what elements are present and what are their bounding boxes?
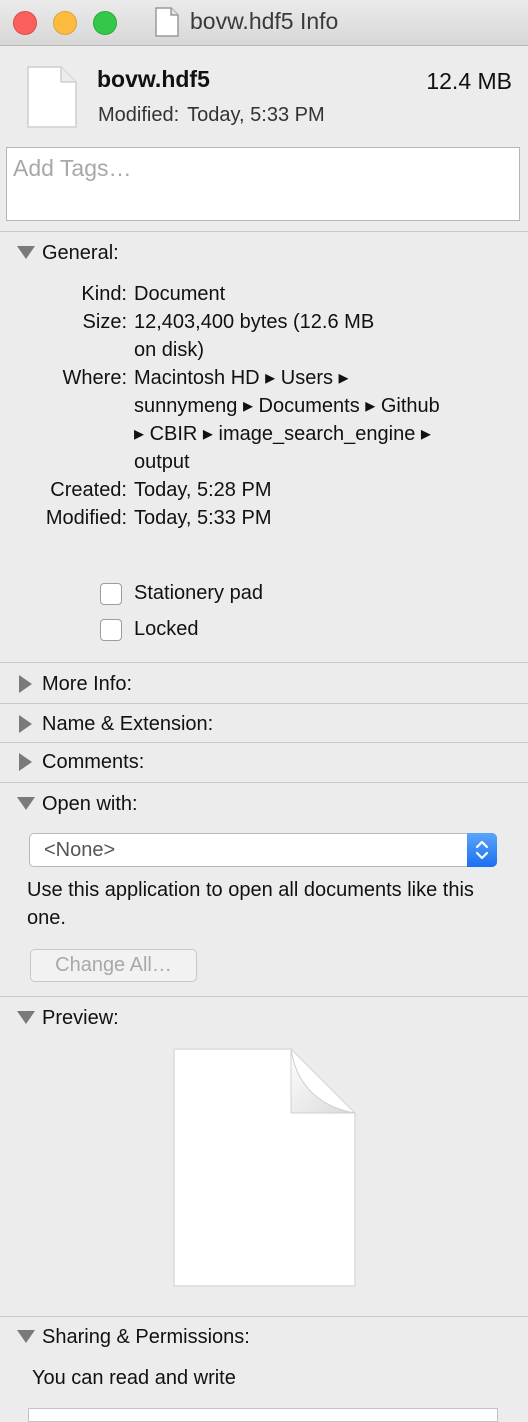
size-value-line2: on disk) — [134, 339, 205, 361]
modified-label: Modified: — [45, 507, 127, 529]
section-comments-header[interactable]: Comments: — [0, 746, 528, 780]
minimize-button[interactable] — [53, 11, 77, 35]
document-icon — [155, 7, 179, 37]
divider — [0, 231, 528, 232]
tags-input[interactable]: Add Tags… — [6, 147, 520, 221]
locked-label[interactable]: Locked — [134, 618, 199, 641]
disclosure-triangle-down-icon — [17, 246, 35, 259]
tags-placeholder: Add Tags… — [13, 155, 132, 181]
disclosure-triangle-down-icon — [17, 1011, 35, 1024]
permissions-table[interactable] — [28, 1408, 498, 1422]
open-with-selected-value: <None> — [44, 839, 116, 861]
disclosure-triangle-down-icon — [17, 1330, 35, 1343]
size-value-line1: 12,403,400 bytes (12.6 MB — [134, 311, 375, 333]
open-with-select[interactable]: <None> — [29, 833, 497, 867]
section-more-info-header[interactable]: More Info: — [0, 668, 528, 702]
close-button[interactable] — [13, 11, 37, 35]
change-all-button[interactable]: Change All… — [30, 949, 197, 982]
section-preview-header[interactable]: Preview: — [0, 1002, 528, 1036]
file-icon — [27, 66, 77, 128]
header-modified-label: Modified: — [98, 104, 180, 126]
header-modified-value: Today, 5:33 PM — [187, 104, 325, 126]
kind-label: Kind: — [81, 283, 127, 305]
where-line2: sunnymeng ▸ Documents ▸ Github — [134, 395, 440, 417]
locked-checkbox[interactable] — [100, 619, 122, 641]
chevron-up-down-icon — [475, 840, 489, 860]
section-sharing-header[interactable]: Sharing & Permissions: — [0, 1321, 528, 1355]
section-preview-title: Preview: — [42, 1007, 119, 1029]
section-comments-title: Comments: — [42, 751, 145, 773]
window-title: bovw.hdf5 Info — [190, 8, 339, 34]
stationery-pad-checkbox[interactable] — [100, 583, 122, 605]
divider — [0, 742, 528, 743]
zoom-button[interactable] — [93, 11, 117, 35]
file-name: bovw.hdf5 — [97, 66, 210, 92]
open-with-description: Use this application to open all documen… — [27, 879, 474, 929]
section-name-extension-title: Name & Extension: — [42, 713, 214, 735]
where-line4: output — [134, 451, 190, 473]
divider — [0, 662, 528, 663]
section-sharing-title: Sharing & Permissions: — [42, 1326, 250, 1348]
created-value: Today, 5:28 PM — [134, 479, 272, 501]
where-line1: Macintosh HD ▸ Users ▸ — [134, 367, 349, 389]
sharing-status: You can read and write — [32, 1367, 236, 1389]
preview-document-icon — [173, 1048, 356, 1287]
divider — [0, 1316, 528, 1317]
disclosure-triangle-right-icon — [19, 675, 32, 693]
modified-value: Today, 5:33 PM — [134, 507, 272, 529]
kind-value: Document — [134, 283, 226, 305]
where-line3: ▸ CBIR ▸ image_search_engine ▸ — [134, 423, 431, 445]
file-size: 12.4 MB — [426, 68, 512, 94]
section-name-extension-header[interactable]: Name & Extension: — [0, 708, 528, 742]
created-label: Created: — [50, 479, 127, 501]
section-general-header[interactable]: General: — [0, 237, 528, 271]
where-label: Where: — [62, 367, 127, 389]
disclosure-triangle-right-icon — [19, 753, 32, 771]
section-open-with-header[interactable]: Open with: — [0, 788, 528, 822]
divider — [0, 782, 528, 783]
select-stepper-icon[interactable] — [467, 833, 497, 867]
title-bar: bovw.hdf5 Info — [0, 0, 528, 46]
section-more-info-title: More Info: — [42, 673, 133, 695]
divider — [0, 996, 528, 997]
section-open-with-title: Open with: — [42, 793, 138, 815]
disclosure-triangle-down-icon — [17, 797, 35, 810]
section-general-title: General: — [42, 242, 119, 264]
header-modified: Modified: Today, 5:33 PM — [98, 104, 333, 127]
disclosure-triangle-right-icon — [19, 715, 32, 733]
stationery-pad-label[interactable]: Stationery pad — [134, 582, 263, 605]
divider — [0, 703, 528, 704]
size-label: Size: — [82, 311, 127, 333]
